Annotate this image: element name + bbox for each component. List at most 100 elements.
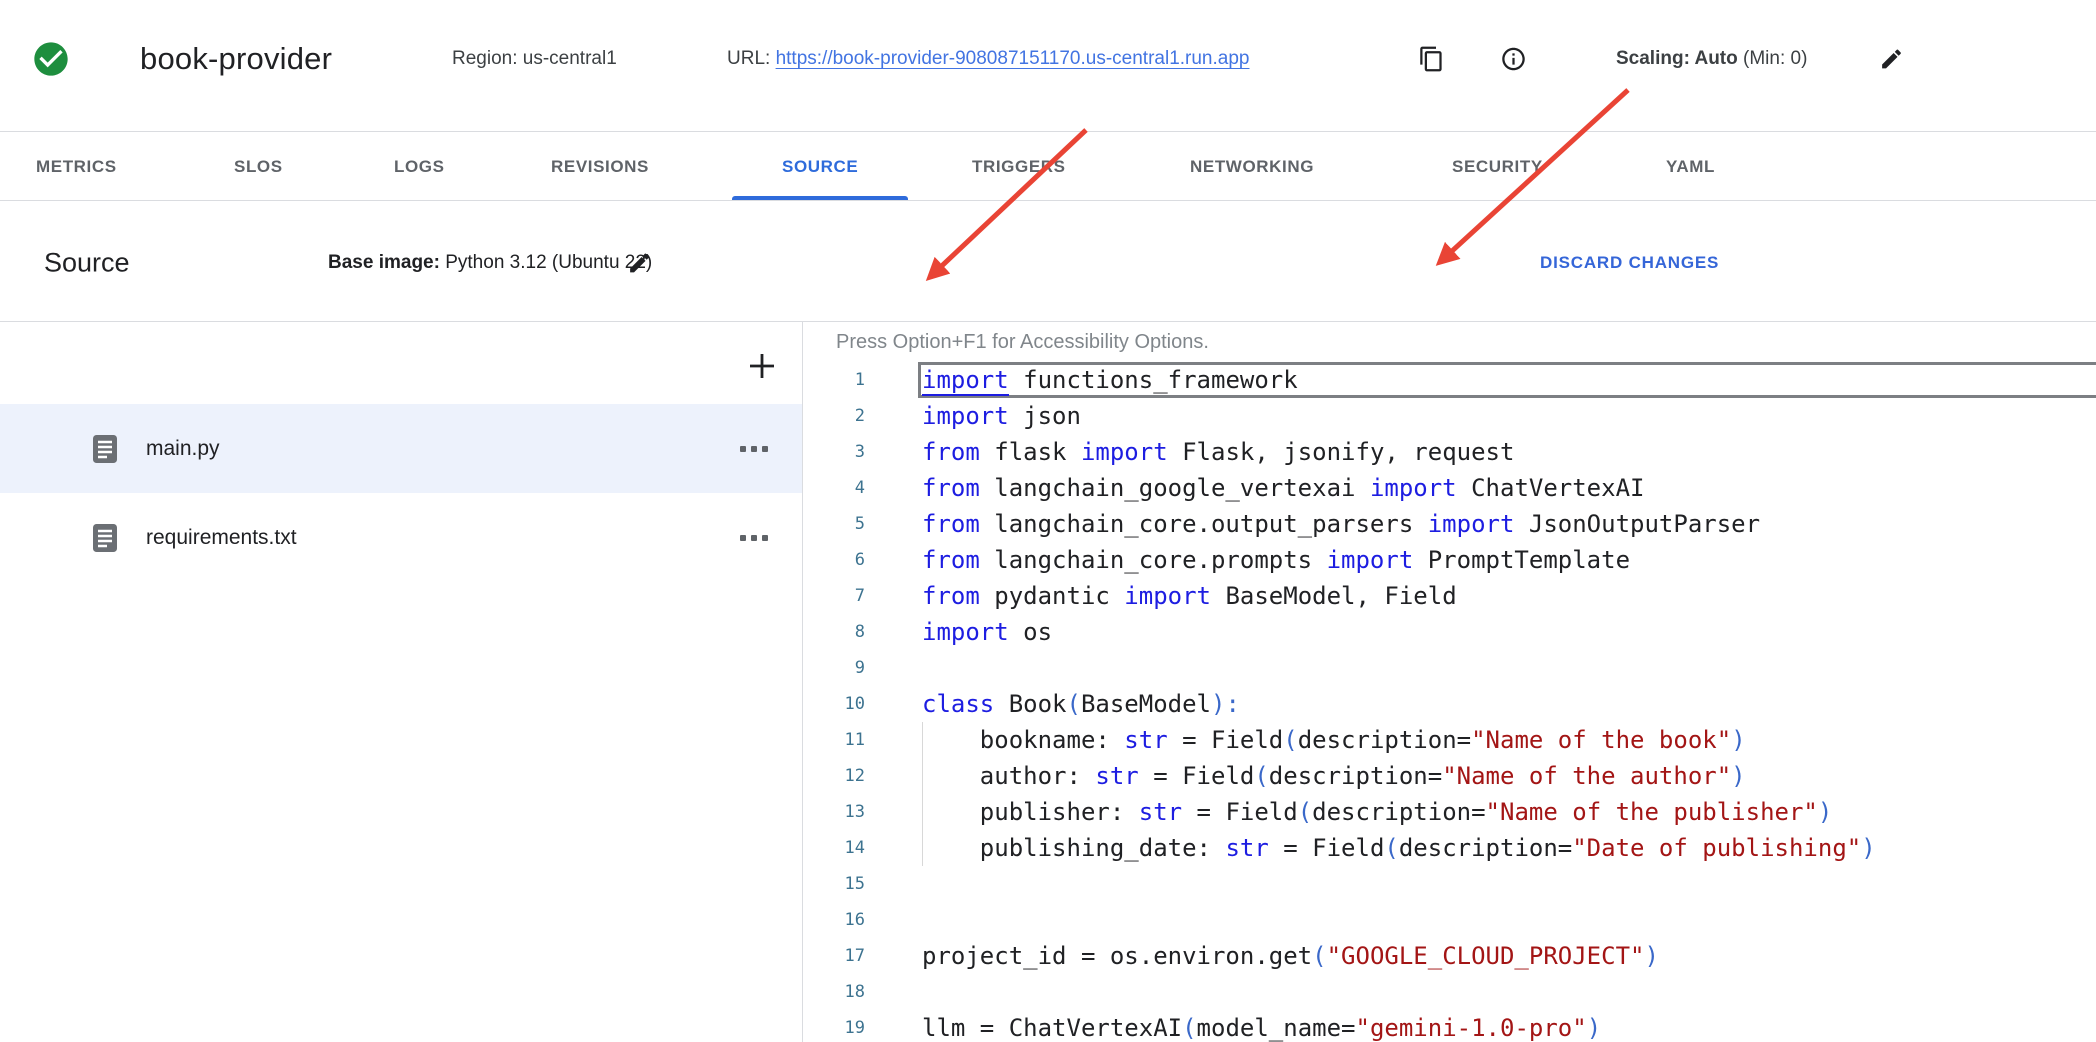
line-number: 13 bbox=[803, 794, 865, 830]
file-explorer-header bbox=[0, 322, 802, 404]
tab-revisions[interactable]: REVISIONS bbox=[551, 132, 649, 201]
code-line-17[interactable]: 17 project_id = os.environ.get("GOOGLE_CL… bbox=[803, 938, 2096, 974]
accessibility-hint: Press Option+F1 for Accessibility Option… bbox=[836, 331, 1209, 354]
code-line-9[interactable]: 9 bbox=[803, 650, 2096, 686]
line-number: 6 bbox=[803, 542, 865, 578]
scaling-info: Scaling: Auto (Min: 0) bbox=[1616, 48, 1807, 70]
tab-logs[interactable]: LOGS bbox=[394, 132, 445, 201]
indent-guide bbox=[922, 830, 923, 866]
code-line-15[interactable]: 15 bbox=[803, 866, 2096, 902]
source-toolbar: Source Base image: Python 3.12 (Ubuntu 2… bbox=[0, 201, 2096, 322]
service-status-ok-icon bbox=[31, 39, 71, 79]
edit-base-image-button[interactable] bbox=[627, 251, 652, 276]
tab-triggers[interactable]: TRIGGERS bbox=[972, 132, 1066, 201]
code-line-12[interactable]: 12 author: str = Field(description="Name… bbox=[803, 758, 2096, 794]
tab-security[interactable]: SECURITY bbox=[1452, 132, 1543, 201]
code-line-1[interactable]: 1 import functions_framework bbox=[803, 362, 2096, 398]
code-line-8[interactable]: 8 import os bbox=[803, 614, 2096, 650]
service-url: URL: https://book-provider-908087151170.… bbox=[727, 48, 1249, 70]
line-number: 2 bbox=[803, 398, 865, 434]
line-number: 10 bbox=[803, 686, 865, 722]
url-info-button[interactable] bbox=[1500, 46, 1527, 73]
tab-networking[interactable]: NETWORKING bbox=[1190, 132, 1314, 201]
code-line-5[interactable]: 5from langchain_core.output_parsers impo… bbox=[803, 506, 2096, 542]
file-icon bbox=[92, 434, 118, 464]
code-line-16[interactable]: 16 bbox=[803, 902, 2096, 938]
line-number: 19 bbox=[803, 1010, 865, 1042]
code-text: import json bbox=[922, 398, 1081, 434]
code-line-14[interactable]: 14 publishing_date: str = Field(descript… bbox=[803, 830, 2096, 866]
line-number: 8 bbox=[803, 614, 865, 650]
tab-slos[interactable]: SLOS bbox=[234, 132, 283, 201]
line-number: 12 bbox=[803, 758, 865, 794]
line-number: 4 bbox=[803, 470, 865, 506]
copy-url-button[interactable] bbox=[1418, 46, 1445, 73]
tab-source[interactable]: SOURCE bbox=[782, 132, 858, 201]
code-text: publishing_date: str = Field(description… bbox=[922, 830, 1876, 866]
indent-guide bbox=[922, 722, 923, 758]
line-number: 11 bbox=[803, 722, 865, 758]
file-explorer-panel: main.py requirements.txt bbox=[0, 322, 803, 1042]
file-icon bbox=[92, 523, 118, 553]
url-label: URL: bbox=[727, 48, 770, 69]
code-text: from flask import Flask, jsonify, reques… bbox=[922, 434, 1514, 470]
file-item-requirements.txt[interactable]: requirements.txt bbox=[0, 493, 802, 582]
code-text: from pydantic import BaseModel, Field bbox=[922, 578, 1457, 614]
code-line-18[interactable]: 18 bbox=[803, 974, 2096, 1010]
add-file-button[interactable] bbox=[744, 348, 780, 384]
code-line-2[interactable]: 2 import json bbox=[803, 398, 2096, 434]
line-number: 14 bbox=[803, 830, 865, 866]
file-item-main.py[interactable]: main.py bbox=[0, 404, 802, 493]
code-line-11[interactable]: 11 bookname: str = Field(description="Na… bbox=[803, 722, 2096, 758]
info-icon bbox=[1500, 46, 1527, 73]
code-editor[interactable]: Press Option+F1 for Accessibility Option… bbox=[803, 322, 2096, 1042]
region-info: Region: us-central1 bbox=[452, 48, 617, 70]
service-tabbar: METRICS SLOS LOGS REVISIONS SOURCE TRIGGERS NE… bbox=[0, 131, 2096, 201]
code-text: llm = ChatVertexAI(model_name="gemini-1.… bbox=[922, 1010, 1601, 1042]
discard-changes-button[interactable]: DISCARD CHANGES bbox=[1540, 253, 1719, 273]
code-text: publisher: str = Field(description="Name… bbox=[922, 794, 1832, 830]
line-number: 15 bbox=[803, 866, 865, 902]
plus-icon bbox=[744, 348, 780, 384]
code-line-13[interactable]: 13 publisher: str = Field(description="N… bbox=[803, 794, 2096, 830]
pencil-icon bbox=[627, 251, 652, 276]
copy-icon bbox=[1418, 46, 1445, 73]
source-section-title: Source bbox=[44, 248, 130, 279]
edit-scaling-button[interactable] bbox=[1879, 47, 1904, 72]
code-line-6[interactable]: 6 from langchain_core.prompts import Prom… bbox=[803, 542, 2096, 578]
tab-metrics[interactable]: METRICS bbox=[36, 132, 117, 201]
code-line-4[interactable]: 4 from langchain_google_vertexai import C… bbox=[803, 470, 2096, 506]
code-text: import functions_framework bbox=[922, 362, 1298, 398]
line-number: 1 bbox=[803, 362, 865, 398]
source-main-area: main.py requirements.txt Press Option+F1 … bbox=[0, 322, 2096, 1042]
code-line-3[interactable]: 3 from flask import Flask, jsonify, reque… bbox=[803, 434, 2096, 470]
line-number: 16 bbox=[803, 902, 865, 938]
code-text: project_id = os.environ.get("GOOGLE_CLOU… bbox=[922, 938, 1659, 974]
file-overflow-menu[interactable] bbox=[734, 529, 774, 547]
line-number: 9 bbox=[803, 650, 865, 686]
line-number: 3 bbox=[803, 434, 865, 470]
file-overflow-menu[interactable] bbox=[734, 440, 774, 458]
indent-guide bbox=[922, 794, 923, 830]
tab-yaml[interactable]: YAML bbox=[1666, 132, 1715, 201]
code-text: author: str = Field(description="Name of… bbox=[922, 758, 1746, 794]
code-line-10[interactable]: 10class Book(BaseModel): bbox=[803, 686, 2096, 722]
line-number: 5 bbox=[803, 506, 865, 542]
code-text: from langchain_google_vertexai import Ch… bbox=[922, 470, 1644, 506]
file-name: requirements.txt bbox=[146, 526, 297, 550]
code-line-19[interactable]: 19 llm = ChatVertexAI(model_name="gemini-… bbox=[803, 1010, 2096, 1042]
selected-tab-underline bbox=[732, 196, 908, 200]
cloud-run-service-page: book-provider Region: us-central1 URL: h… bbox=[0, 0, 2096, 1042]
file-name: main.py bbox=[146, 437, 220, 461]
code-text: import os bbox=[922, 614, 1052, 650]
line-number: 7 bbox=[803, 578, 865, 614]
code-line-7[interactable]: 7 from pydantic import BaseModel, Field bbox=[803, 578, 2096, 614]
service-header: book-provider Region: us-central1 URL: h… bbox=[0, 0, 2096, 131]
page-title: book-provider bbox=[140, 41, 332, 77]
line-number: 17 bbox=[803, 938, 865, 974]
code-text: from langchain_core.prompts import Promp… bbox=[922, 542, 1630, 578]
service-url-link[interactable]: https://book-provider-908087151170.us-ce… bbox=[776, 48, 1250, 69]
pencil-icon bbox=[1879, 47, 1904, 72]
line-number: 18 bbox=[803, 974, 865, 1010]
base-image-info: Base image: Python 3.12 (Ubuntu 22) bbox=[328, 252, 652, 274]
